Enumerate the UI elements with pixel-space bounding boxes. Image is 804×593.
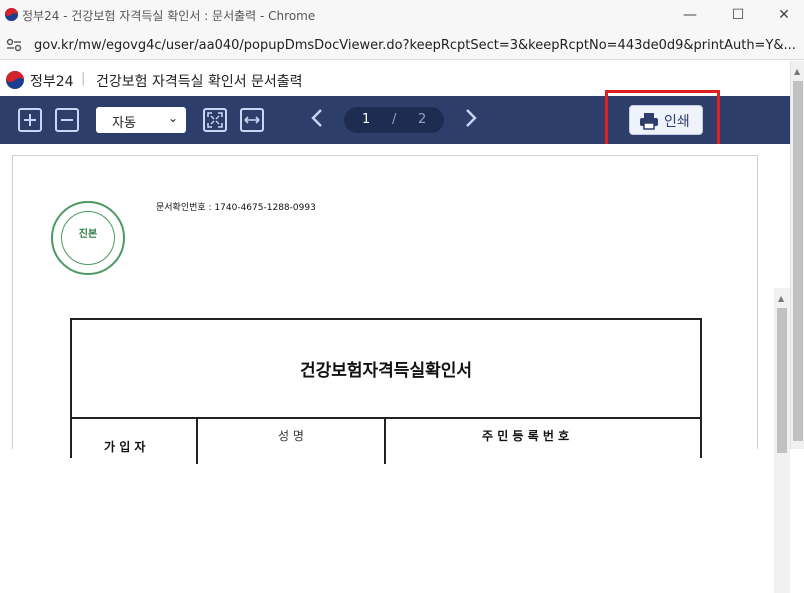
next-page-button[interactable] [464, 106, 478, 136]
document-page: 진본 문서확인번호 : 1740-4675-1288-0993 건강보험자격득실… [12, 155, 758, 464]
address-bar: gov.kr/mw/egovg4c/user/aa040/popupDmsDoc… [0, 30, 804, 60]
zoom-select[interactable]: 자동 ⌄ [96, 107, 186, 133]
viewer-scroll-thumb[interactable] [777, 308, 787, 453]
viewer-scrollbar[interactable]: ▲ [774, 288, 790, 593]
document-viewer: 진본 문서확인번호 : 1740-4675-1288-0993 건강보험자격득실… [0, 144, 790, 593]
seal-label: 진본 [78, 229, 98, 240]
site-info-icon[interactable] [6, 38, 22, 52]
chevron-down-icon: ⌄ [167, 111, 178, 125]
chevron-left-icon [311, 109, 322, 127]
url-field[interactable]: gov.kr/mw/egovg4c/user/aa040/popupDmsDoc… [34, 38, 796, 53]
zoom-out-button[interactable] [55, 108, 79, 132]
table-column-divider [384, 419, 386, 464]
print-highlight-box [605, 90, 720, 151]
certificate-table: 건강보험자격득실확인서 성 명 주 민 등 록 번 호 가 입 자 [70, 318, 702, 464]
minimize-button[interactable]: — [678, 4, 702, 26]
page-title: 건강보험 자격득실 확인서 문서출력 [96, 74, 303, 90]
zoom-value: 자동 [112, 116, 136, 131]
page-current-input[interactable]: 1 [362, 112, 370, 127]
page-total: 2 [418, 112, 427, 127]
issue-number: 문서확인번호 : 1740-4675-1288-0993 [156, 203, 316, 213]
gov24-logo-icon [4, 7, 19, 22]
brand-name: 정부24 [30, 74, 74, 90]
zoom-in-button[interactable] [18, 108, 42, 132]
close-button[interactable]: ✕ [772, 4, 796, 26]
window-titlebar: 정부24 - 건강보험 자격득실 확인서 : 문서출력 - Chrome — ☐… [0, 0, 804, 30]
fit-width-icon [244, 116, 260, 124]
gov24-logo-icon [6, 71, 24, 89]
fit-width-button[interactable] [240, 108, 264, 132]
window-title: 정부24 - 건강보험 자격득실 확인서 : 문서출력 - Chrome [22, 9, 316, 23]
page-separator: / [392, 112, 397, 127]
scroll-up-icon[interactable]: ▲ [794, 67, 800, 76]
table-divider [72, 417, 700, 419]
scroll-up-icon[interactable]: ▲ [778, 294, 784, 303]
chevron-right-icon [466, 109, 477, 127]
page-indicator: 1 / 2 [344, 107, 444, 133]
document-heading: 건강보험자격득실확인서 [299, 361, 473, 381]
maximize-button[interactable]: ☐ [726, 4, 750, 26]
column-header-name: 성 명 [278, 429, 304, 443]
row-label-subscriber: 가 입 자 [104, 440, 146, 454]
header-separator: | [81, 71, 86, 86]
column-header-rrn: 주 민 등 록 번 호 [482, 429, 570, 443]
page-scrollbar[interactable]: ▲ [790, 61, 804, 449]
authentication-seal: 진본 [51, 201, 125, 275]
plus-icon [24, 114, 36, 126]
table-column-divider [196, 419, 198, 464]
fit-page-icon [207, 112, 223, 128]
fit-page-button[interactable] [203, 108, 227, 132]
minus-icon [61, 119, 73, 121]
prev-page-button[interactable] [310, 106, 324, 136]
page-scroll-thumb[interactable] [793, 81, 803, 441]
